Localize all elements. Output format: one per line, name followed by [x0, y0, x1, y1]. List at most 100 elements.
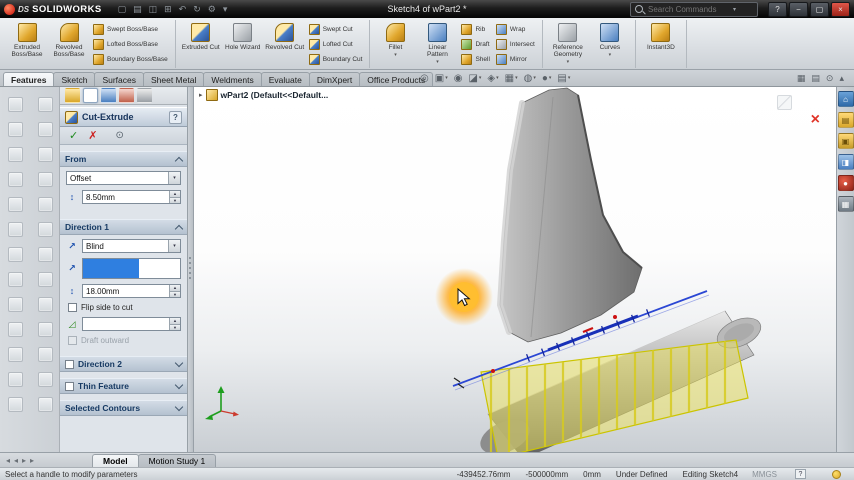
tree-part-label[interactable]: wPart2 (Default<<Default... — [221, 90, 329, 100]
flip-side-checkbox-row[interactable]: Flip side to cut — [66, 303, 181, 312]
close-button[interactable]: × — [831, 1, 850, 17]
instant3d-button[interactable]: Instant3D — [641, 20, 681, 68]
toolbar-icon[interactable] — [7, 272, 23, 287]
propertymanager-tab[interactable] — [83, 88, 98, 103]
graphics-viewport[interactable]: ▸ wPart2 (Default<<Default... × — [193, 87, 836, 452]
section-direction1-header[interactable]: Direction 1 — [60, 219, 187, 235]
extruded-cut-button[interactable]: Extruded Cut — [181, 20, 221, 68]
view-palette-icon[interactable]: ◨ — [837, 154, 854, 170]
toolbar-icon[interactable] — [7, 147, 23, 162]
intersect-button[interactable]: Intersect — [495, 38, 535, 50]
combo-arrow-icon[interactable]: ▾ — [168, 240, 180, 252]
rebuild-icon[interactable]: ↻ — [193, 4, 201, 15]
curves-button[interactable]: Curves ▾ — [590, 20, 630, 68]
lofted-cut-button[interactable]: Lofted Cut — [308, 38, 363, 50]
rib-button[interactable]: Rib — [461, 23, 489, 35]
print-icon[interactable]: ⊞ — [164, 4, 172, 15]
save-icon[interactable]: ◫ — [149, 4, 158, 15]
section-view-icon[interactable]: ◪ ▾ — [468, 73, 481, 84]
units-indicator[interactable]: MMGS — [752, 470, 777, 479]
tab-dimxpert[interactable]: DimXpert — [308, 72, 361, 86]
section-thin-feature-header[interactable]: Thin Feature — [60, 378, 187, 394]
linear-pattern-button[interactable]: Linear Pattern ▾ — [417, 20, 457, 68]
design-library-icon[interactable]: ▤ — [837, 112, 854, 128]
toolbar-icon[interactable] — [37, 197, 53, 212]
toolbar-icon[interactable] — [7, 222, 23, 237]
flip-side-checkbox[interactable] — [68, 303, 77, 312]
end-condition-combo[interactable]: Blind ▾ — [82, 239, 181, 253]
spinner-arrows[interactable]: ▲ ▼ — [169, 285, 180, 297]
display-style-icon[interactable]: ▦ ▾ — [505, 73, 518, 84]
new-icon[interactable]: ▢ — [118, 4, 127, 15]
dropdown-caret-icon[interactable]: ▾ — [609, 53, 612, 58]
pm-ok-button[interactable]: ✓ — [69, 129, 78, 142]
revolved-boss-base-button[interactable]: Revolved Boss/Base — [49, 20, 89, 68]
quick-tips-help-icon[interactable]: ? — [795, 469, 806, 479]
toolbar-icon[interactable] — [37, 172, 53, 187]
toolbar-icon[interactable] — [37, 322, 53, 337]
swept-boss-base-button[interactable]: Swept Boss/Base — [93, 23, 168, 35]
combo-arrow-icon[interactable]: ▾ — [168, 172, 180, 184]
toolbar-icon[interactable] — [37, 347, 53, 362]
orientation-triad[interactable] — [205, 386, 239, 420]
model-tab[interactable]: Model — [92, 454, 139, 467]
more-commands-icon[interactable]: ▾ — [223, 4, 228, 15]
mirror-button[interactable]: Mirror — [495, 53, 535, 65]
hole-wizard-button[interactable]: Hole Wizard — [223, 20, 263, 68]
toolbar-icon[interactable] — [7, 97, 23, 112]
direction-reference-box[interactable] — [82, 258, 181, 279]
toolbar-icon[interactable] — [37, 397, 53, 412]
toolbar-icon[interactable] — [37, 97, 53, 112]
toolbar-icon[interactable] — [37, 147, 53, 162]
tree-expander-icon[interactable]: ▸ — [199, 91, 203, 99]
hide-show-items-icon[interactable]: ◍ ▾ — [524, 73, 536, 84]
swept-cut-button[interactable]: Swept Cut — [308, 23, 363, 35]
scroll-right-icon[interactable]: ▸ — [30, 456, 34, 465]
help-button[interactable]: ? — [768, 1, 787, 17]
revolved-cut-button[interactable]: Revolved Cut — [265, 20, 305, 68]
previous-view-icon[interactable]: ◉ — [454, 73, 463, 84]
toolbar-icon[interactable] — [7, 247, 23, 262]
resources-icon[interactable]: ⌂ — [837, 91, 854, 107]
zoom-fit-icon[interactable]: ◎ — [420, 73, 429, 84]
pm-cancel-button[interactable]: ✗ — [88, 129, 97, 142]
offset-distance-field[interactable]: 8.50mm ▲ ▼ — [82, 190, 181, 204]
pm-help-button[interactable]: ? — [169, 110, 182, 124]
section-from-header[interactable]: From — [60, 151, 187, 167]
wrap-button[interactable]: Wrap — [495, 23, 535, 35]
configuration-manager-tab[interactable] — [101, 88, 116, 103]
search-commands-box[interactable]: ▾ — [630, 1, 758, 17]
cut-preview[interactable] — [480, 339, 749, 452]
appearances-icon[interactable]: ● — [837, 175, 854, 191]
thin-feature-checkbox[interactable] — [65, 381, 74, 391]
viewport-canvas[interactable] — [193, 87, 836, 452]
dropdown-caret-icon[interactable]: ▾ — [394, 53, 397, 58]
dropdown-caret-icon[interactable]: ▾ — [436, 60, 439, 65]
draft-button[interactable]: Draft — [461, 38, 490, 50]
show-toolbar-icon[interactable]: ▤ — [811, 73, 820, 84]
toolbar-icon[interactable] — [7, 197, 23, 212]
featuremanager-tree-tab[interactable] — [65, 88, 80, 103]
lofted-boss-base-button[interactable]: Lofted Boss/Base — [93, 38, 168, 50]
feature-tree-flyout[interactable]: ▸ wPart2 (Default<<Default... — [199, 89, 328, 101]
tab-sketch[interactable]: Sketch — [53, 72, 96, 86]
undo-icon[interactable]: ↶ — [179, 4, 187, 15]
splitter-grip[interactable] — [189, 257, 191, 279]
motion-study-tab[interactable]: Motion Study 1 — [137, 454, 217, 467]
section-selected-contours-header[interactable]: Selected Contours — [60, 400, 187, 416]
sketch-point[interactable] — [582, 326, 594, 334]
part-fin[interactable] — [496, 87, 643, 343]
custom-properties-icon[interactable]: ▦ — [837, 196, 854, 212]
scroll-left-icon[interactable]: ◂ — [6, 456, 10, 465]
tab-weldments[interactable]: Weldments — [203, 72, 262, 86]
exit-sketch-indicator-icon[interactable] — [777, 95, 792, 110]
tab-evaluate[interactable]: Evaluate — [260, 72, 310, 86]
open-icon[interactable]: ▤ — [133, 4, 142, 15]
cancel-sketch-icon[interactable]: × — [811, 112, 820, 128]
collapse-ribbon-icon[interactable]: ▴ — [839, 73, 844, 84]
dimxpert-manager-tab[interactable] — [119, 88, 134, 103]
scroll-left-icon[interactable]: ◂ — [14, 456, 18, 465]
toolbar-icon[interactable] — [7, 172, 23, 187]
display-manager-tab[interactable] — [137, 88, 152, 103]
toolbar-icon[interactable] — [7, 322, 23, 337]
